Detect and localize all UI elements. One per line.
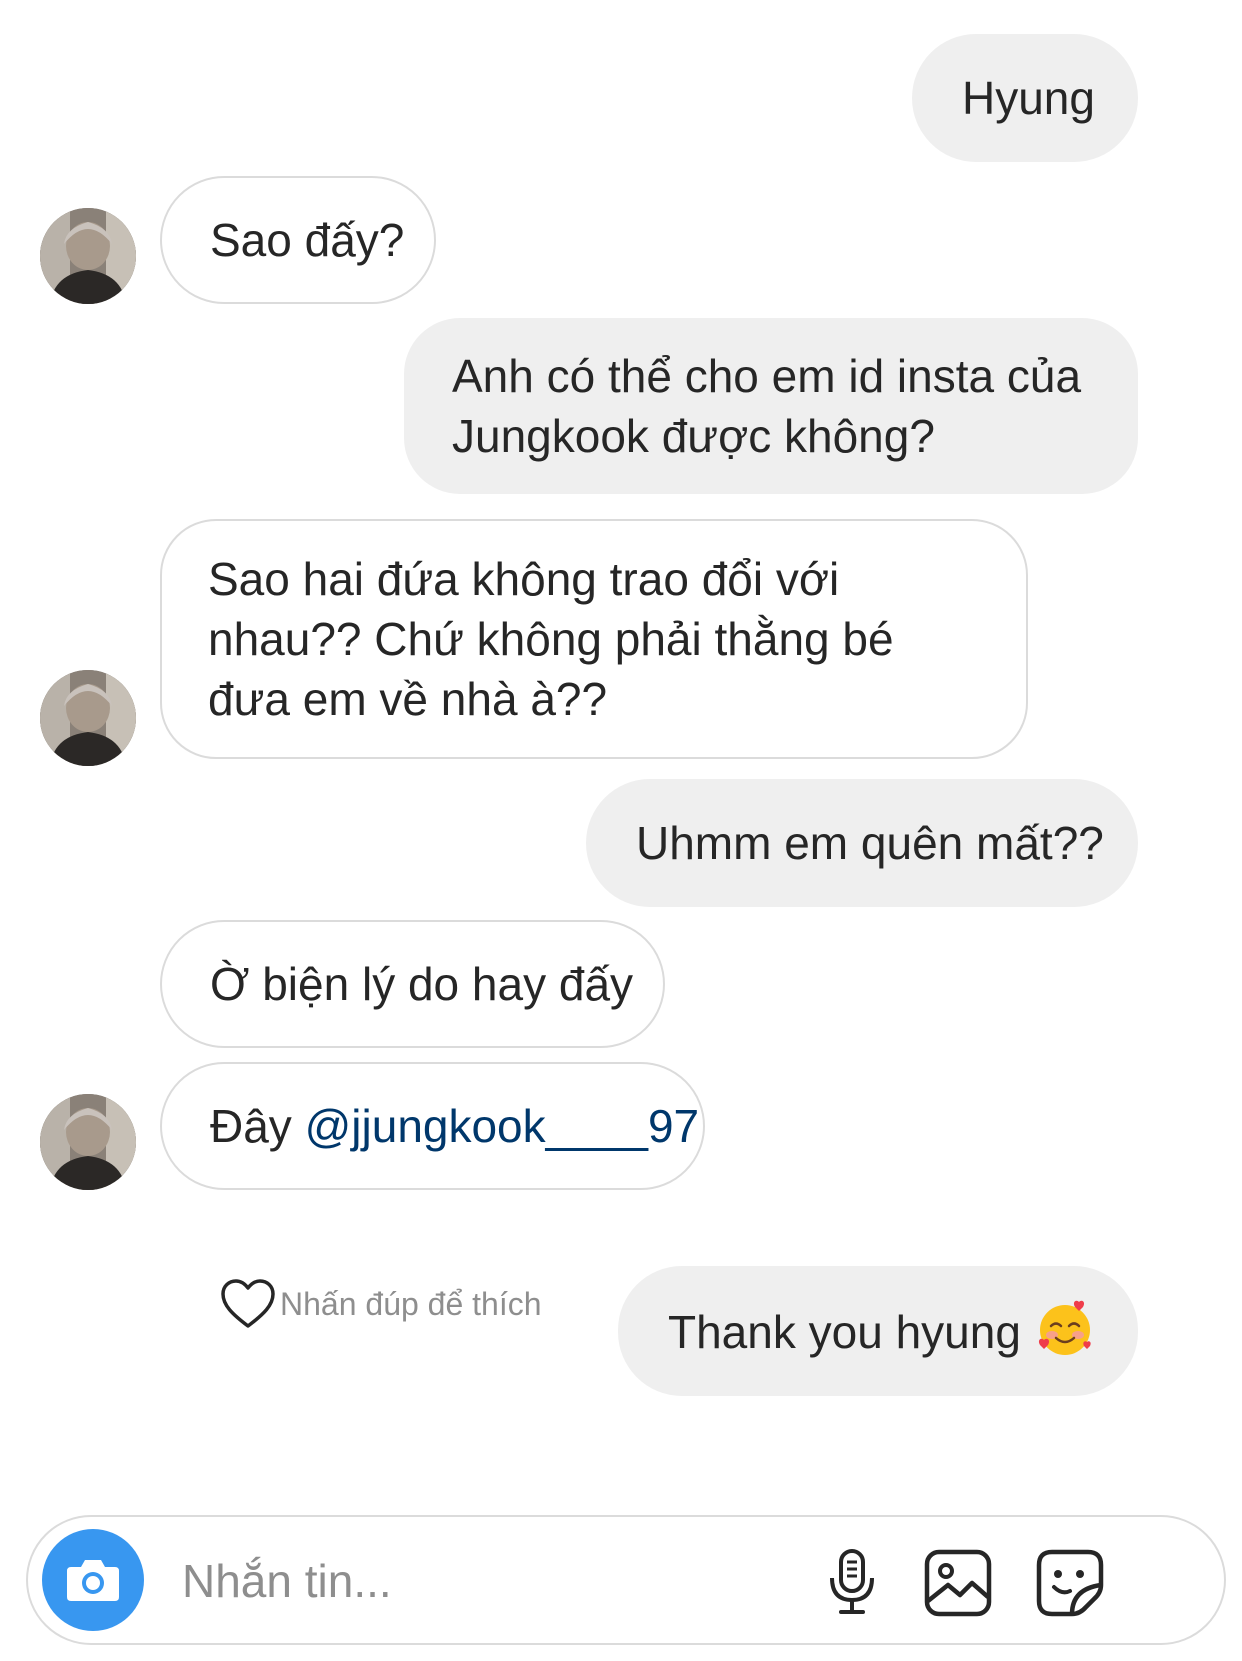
message-text: Đây xyxy=(210,1100,292,1152)
avatar[interactable] xyxy=(40,208,136,304)
microphone-icon xyxy=(830,1549,874,1614)
camera-button[interactable] xyxy=(42,1529,144,1631)
received-message-bubble[interactable]: Ờ biện lý do hay đấy xyxy=(160,920,665,1048)
profile-photo xyxy=(40,1094,136,1190)
message-text: Sao đấy? xyxy=(210,214,405,266)
like-hint-text: Nhấn đúp để thích xyxy=(280,1285,542,1322)
sent-message-bubble[interactable]: Uhmm em quên mất?? xyxy=(586,779,1138,907)
message-composer xyxy=(26,1515,1226,1645)
message-input[interactable] xyxy=(180,1545,784,1617)
message-text: Hyung xyxy=(962,72,1095,124)
profile-photo xyxy=(40,670,136,766)
message-text: Sao hai đứa không trao đổi với nhau?? Ch… xyxy=(208,553,894,725)
sticker-icon xyxy=(1036,1549,1104,1617)
avatar[interactable] xyxy=(40,1094,136,1190)
received-message-bubble[interactable]: Sao đấy? xyxy=(160,176,436,304)
camera-icon xyxy=(67,1560,119,1601)
profile-photo xyxy=(40,208,136,304)
received-message-bubble[interactable]: Đây @jjungkook____97 xyxy=(160,1062,705,1190)
sent-message-bubble[interactable]: Hyung xyxy=(912,34,1138,162)
double-tap-like-hint[interactable]: Nhấn đúp để thích xyxy=(220,1278,542,1330)
sticker-button[interactable] xyxy=(1034,1547,1106,1619)
received-message-bubble[interactable]: Sao hai đứa không trao đổi với nhau?? Ch… xyxy=(160,519,1028,759)
message-text: Uhmm em quên mất?? xyxy=(636,817,1104,869)
gallery-icon xyxy=(924,1549,992,1617)
smiling-face-with-hearts-icon xyxy=(1038,1300,1091,1355)
message-text: Anh có thể cho em id insta của Jungkook … xyxy=(452,350,1082,462)
avatar[interactable] xyxy=(40,670,136,766)
message-text: Thank you hyung xyxy=(668,1306,1021,1358)
sent-message-bubble[interactable]: Anh có thể cho em id insta của Jungkook … xyxy=(404,318,1138,494)
microphone-button[interactable] xyxy=(816,1547,888,1619)
gallery-button[interactable] xyxy=(922,1547,994,1619)
sent-message-bubble[interactable]: Thank you hyung xyxy=(618,1266,1138,1396)
heart-outline-icon[interactable] xyxy=(220,1278,276,1330)
message-text: Ờ biện lý do hay đấy xyxy=(210,958,634,1010)
username-mention-link[interactable]: @jjungkook____97 xyxy=(305,1100,700,1152)
